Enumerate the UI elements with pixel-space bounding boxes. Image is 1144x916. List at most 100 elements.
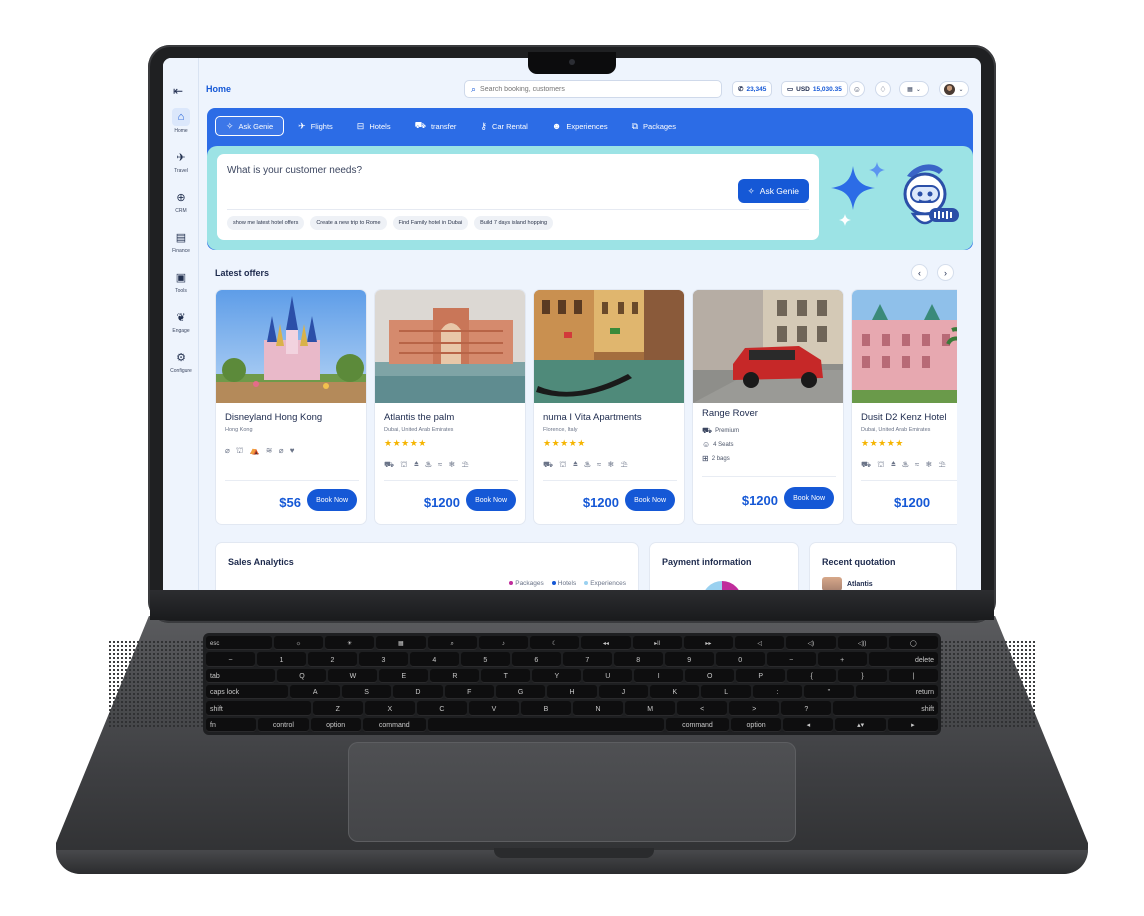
tab-ask-genie[interactable]: ✧ Ask Genie: [215, 116, 285, 136]
key-0: 0: [715, 652, 765, 667]
key-f6: ☾: [530, 636, 580, 651]
page-title: Home: [206, 84, 232, 94]
calendar-menu-button[interactable]: ▦ ⌄: [899, 81, 929, 97]
key-minus: −: [766, 652, 816, 667]
key-w: W: [328, 668, 378, 683]
sidebar-collapse-icon[interactable]: ⇤: [173, 84, 183, 98]
sidebar-item-home[interactable]: ⌂ Home: [166, 108, 196, 144]
key-v: V: [468, 701, 519, 716]
offer-amenities-icons: ⌀ ⛫ ⛺ ≋ ⌀ ♥: [225, 446, 297, 455]
offer-price: $1200: [894, 495, 931, 510]
car-icon: ⛟: [414, 120, 426, 130]
divider: [702, 476, 836, 477]
offer-amenities-icons: ⛟ ⛫ ⏏ ♨ ≈ ❄ ⛱: [861, 460, 948, 469]
chevron-right-icon: ›: [944, 267, 947, 278]
book-now-button[interactable]: Book Now: [466, 489, 516, 511]
quotation-row[interactable]: Atlantis: [822, 577, 873, 590]
whatsapp-icon: ✆: [738, 86, 744, 93]
person-icon: ☺: [702, 440, 711, 449]
key-h: H: [547, 684, 597, 700]
book-now-button[interactable]: Book Now: [625, 489, 675, 511]
sidebar-item-tools[interactable]: ▣ Tools: [166, 268, 196, 304]
key-4: 4: [409, 652, 459, 667]
wallet-balance[interactable]: ▭ USD 15,030.35: [781, 81, 848, 97]
tab-label: Car Rental: [491, 121, 528, 131]
key-bracket-open: {: [787, 668, 837, 683]
feature-label: Premium: [715, 428, 740, 434]
key-fn: fn: [206, 717, 257, 732]
tab-packages[interactable]: ⧉ Packages: [622, 116, 686, 136]
divider: [384, 480, 518, 481]
car-feature-seats: ☺ 4 Seats: [702, 440, 734, 449]
key-command-left: command: [362, 717, 426, 732]
offer-card[interactable]: Disneyland Hong Kong Hong Kong ⌀ ⛫ ⛺ ≋ ⌀…: [215, 289, 367, 525]
keyboard: esc ☼ ☀ ▦ ⌕ ♪ ☾ ◂◂ ▸ll ▸▸ ◁ ◁) ◁)) ◯ ~ 1…: [203, 633, 941, 735]
suggestion-chip[interactable]: show me latest hotel offers: [227, 216, 305, 230]
whatsapp-counter[interactable]: ✆ 23,345: [732, 81, 773, 97]
laptop-hinge: [150, 590, 994, 620]
book-now-button[interactable]: Book Now: [307, 489, 357, 511]
key-slash: ?: [781, 701, 832, 716]
book-now-button[interactable]: Book Now: [784, 487, 834, 509]
plane-icon: ✈: [176, 151, 186, 164]
suggestion-chips: show me latest hotel offers Create a new…: [227, 216, 554, 230]
key-f: F: [444, 684, 494, 700]
key-icon: ⚷: [480, 120, 487, 131]
tab-hotels[interactable]: ⊟ Hotels: [347, 116, 401, 136]
key-equals: +: [817, 652, 867, 667]
notifications-button[interactable]: ♢: [875, 81, 891, 97]
legend-label: Hotels: [557, 580, 577, 587]
trackpad: [348, 742, 796, 842]
ask-genie-panel: What is your customer needs? ✧ Ask Genie…: [207, 146, 973, 250]
key-d: D: [393, 684, 443, 700]
offer-location: Hong Kong: [225, 427, 253, 433]
offers-next-button[interactable]: ›: [937, 264, 954, 281]
key-control: control: [258, 717, 309, 732]
tab-car-rental[interactable]: ⚷ Car Rental: [470, 116, 537, 136]
key-semicolon: :: [752, 684, 803, 700]
sidebar-item-configure[interactable]: ⚙ Configure: [166, 348, 196, 384]
avatar: [944, 83, 956, 95]
legend-item-hotels: Hotels: [551, 580, 577, 587]
ask-genie-button[interactable]: ✧ Ask Genie: [737, 179, 809, 203]
sidebar-item-engage[interactable]: ❦ Engage: [166, 308, 196, 344]
sidebar-item-crm[interactable]: ⊕ CRM: [166, 188, 196, 224]
offer-price: $1200: [423, 495, 460, 510]
genie-question-input[interactable]: What is your customer needs?: [227, 165, 362, 176]
offer-card[interactable]: Range Rover ⛟ Premium ☺ 4 Seats ⊞ 2 bags $1…: [692, 289, 844, 525]
support-agent-button[interactable]: ☺: [849, 81, 865, 97]
key-f8: ▸ll: [632, 636, 682, 651]
offer-price: $1200: [582, 495, 619, 510]
sidebar-item-travel[interactable]: ✈ Travel: [166, 148, 196, 184]
offer-card[interactable]: numa I Vita Apartments Florence, Italy ★…: [533, 289, 685, 525]
offer-card[interactable]: Dusit D2 Kenz Hotel Dubai, United Arab E…: [851, 289, 957, 525]
search-icon: ⌕: [471, 83, 477, 94]
search-box[interactable]: ⌕: [464, 80, 722, 98]
offers-prev-button[interactable]: ‹: [911, 264, 928, 281]
right-speaker-grille: [936, 640, 1036, 728]
key-8: 8: [613, 652, 663, 667]
offer-card[interactable]: Atlantis the palm Dubai, United Arab Emi…: [374, 289, 526, 525]
key-f11: ◁): [786, 636, 836, 651]
suggestion-chip[interactable]: Find Family hotel in Dubai: [392, 216, 469, 230]
recent-quotation-title: Recent quotation: [822, 557, 896, 567]
search-input[interactable]: [480, 85, 701, 93]
sidebar-item-finance[interactable]: ▤ Finance: [166, 228, 196, 264]
tab-label: Hotels: [369, 121, 391, 131]
chevron-down-icon: ⌄: [915, 86, 921, 93]
sales-analytics-title: Sales Analytics: [228, 557, 294, 567]
bed-icon: ⊟: [356, 120, 365, 131]
key-f4: ⌕: [427, 636, 477, 651]
tab-transfer[interactable]: ⛟ transfer: [405, 116, 467, 136]
offer-name: Atlantis the palm: [384, 412, 455, 423]
suggestion-chip[interactable]: Build 7 days island hopping: [474, 216, 554, 230]
package-icon: ⧉: [631, 120, 639, 131]
key-shift-right: shift: [833, 701, 939, 716]
suggestion-chip[interactable]: Create a new trip to Rome: [310, 216, 387, 230]
tab-flights[interactable]: ✈ Flights: [288, 116, 343, 136]
key-f1: ☼: [273, 636, 323, 651]
ask-genie-card[interactable]: What is your customer needs? ✧ Ask Genie…: [217, 154, 819, 240]
profile-menu-button[interactable]: ⌄: [939, 81, 969, 97]
genie-icon: ✧: [226, 120, 234, 131]
tab-experiences[interactable]: ☻ Experiences: [542, 116, 618, 136]
